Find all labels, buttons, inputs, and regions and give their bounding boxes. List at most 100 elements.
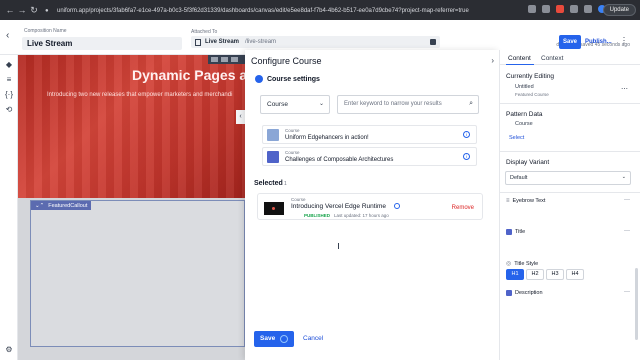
active-tab-indicator	[506, 64, 534, 65]
modal-save-label: Save	[260, 335, 276, 342]
text-field-icon	[506, 229, 512, 235]
field-title-label: Title	[515, 229, 526, 235]
composition-name-input[interactable]: Live Stream	[22, 37, 182, 50]
document-icon	[195, 38, 201, 46]
close-panel-icon[interactable]: ›	[491, 56, 494, 65]
chevron-down-icon: ⌄	[621, 174, 626, 180]
search-icon[interactable]: ⌕	[469, 100, 473, 108]
search-placeholder: Enter keyword to narrow your results	[344, 101, 442, 107]
publish-button[interactable]: Publish...	[585, 35, 615, 49]
save-button[interactable]: Save	[559, 35, 581, 49]
back-nav-icon[interactable]: ←	[4, 5, 16, 15]
composition-name-label: Composition Name	[24, 28, 67, 34]
collapse-icon[interactable]: —	[624, 289, 630, 295]
database-icon[interactable]: ≡	[4, 75, 14, 85]
reload-icon[interactable]: ↻	[28, 5, 40, 16]
tab-content[interactable]: Content	[508, 55, 531, 62]
tablet-icon[interactable]	[221, 57, 228, 62]
chevron-left-icon[interactable]: ‹	[236, 110, 245, 124]
update-button[interactable]: Update	[602, 4, 636, 16]
extension-icons	[528, 5, 606, 13]
info-icon[interactable]: i	[463, 131, 470, 138]
field-title-style-label: Title Style	[514, 260, 539, 267]
loading-spinner-icon	[280, 335, 288, 343]
component-tab[interactable]: ⌄⌃ FeaturedCallout	[31, 201, 92, 210]
display-variant-select[interactable]: Default ⌄	[505, 171, 631, 185]
divider	[500, 103, 640, 104]
lock-icon: ●	[45, 7, 49, 14]
featured-callout-block[interactable]: ⌄⌃ FeaturedCallout	[30, 200, 245, 347]
hero-subtitle: Introducing two new releases that empowe…	[47, 92, 233, 98]
selected-name: Introducing Vercel Edge Runtime	[291, 203, 387, 210]
modal-save-button[interactable]: Save	[254, 331, 294, 347]
field-eyebrow-label: Eyebrow Text	[512, 198, 546, 204]
layers-icon[interactable]: ◆	[4, 60, 14, 70]
panel-tabs: Content Context	[500, 50, 640, 65]
field-description-label: Description	[515, 290, 543, 296]
result-item[interactable]: Course Challenges of Composable Architec…	[262, 147, 477, 166]
more-options-icon[interactable]: ⋯	[621, 85, 628, 93]
mouse-cursor-icon	[338, 243, 342, 249]
forward-nav-icon[interactable]: →	[16, 5, 28, 15]
text-field-icon	[506, 290, 512, 296]
attached-to-label: Attached To	[191, 29, 218, 35]
course-settings-icon	[255, 75, 263, 83]
collapse-icon[interactable]: —	[624, 228, 630, 234]
pattern-data-item: Course	[515, 121, 533, 127]
field-title-style[interactable]: ◎ Title Style	[506, 260, 539, 268]
extension-icon[interactable]	[556, 5, 564, 13]
bookmark-icon[interactable]	[542, 5, 550, 13]
field-title[interactable]: Title	[506, 229, 525, 235]
more-options-icon[interactable]: ⋮	[620, 36, 628, 45]
browser-toolbar: ← → ↻ ● uniform.app/projects/3fab6fa7-e1…	[0, 0, 640, 20]
result-item[interactable]: Course Uniform Edgehancers in action! i	[262, 125, 477, 144]
info-icon[interactable]: i	[463, 153, 470, 160]
result-name: Challenges of Composable Architectures	[285, 157, 394, 163]
heading-h1-button[interactable]: H1	[506, 269, 524, 280]
chevron-down-icon: ⌄	[318, 101, 324, 107]
code-icon[interactable]: {·}	[4, 90, 14, 100]
heading-h3-button[interactable]: H3	[546, 269, 564, 280]
hero-toolbar	[208, 55, 245, 64]
editing-name: Untitled	[515, 84, 534, 90]
cancel-button[interactable]: Cancel	[303, 335, 323, 342]
section-title-text: Course settings	[267, 75, 320, 83]
sidebar-icon[interactable]	[584, 5, 592, 13]
back-arrow-icon[interactable]: ‹	[6, 30, 9, 41]
phone-icon[interactable]	[231, 57, 238, 62]
field-eyebrow[interactable]: ≡ Eyebrow Text	[506, 198, 545, 204]
attached-path: /live-stream	[245, 39, 277, 45]
selected-count: 1	[284, 181, 287, 187]
result-kind: Course	[285, 150, 300, 155]
monitor-icon[interactable]	[211, 57, 218, 62]
currently-editing-label: Currently Editing	[506, 73, 555, 80]
url-text: uniform.app/projects/3fab6fa7-e1ce-497a-…	[57, 7, 469, 14]
history-icon[interactable]: ⟲	[4, 105, 14, 115]
gear-icon[interactable]: ⚙	[4, 345, 14, 355]
hero-banner[interactable]: Dynamic Pages a Introducing two new rele…	[18, 55, 245, 198]
heading-h4-button[interactable]: H4	[566, 269, 584, 280]
tab-context[interactable]: Context	[541, 55, 563, 62]
puzzle-icon[interactable]	[570, 5, 578, 13]
tag-icon[interactable]	[430, 39, 436, 45]
divider	[500, 151, 640, 152]
selected-kind: Course	[291, 197, 306, 202]
heading-h2-button[interactable]: H2	[526, 269, 544, 280]
address-bar[interactable]: ● uniform.app/projects/3fab6fa7-e1ce-497…	[45, 4, 550, 17]
display-variant-value: Default	[510, 175, 528, 181]
drag-handle-icon[interactable]: ⌄⌃	[35, 203, 44, 209]
field-description[interactable]: Description	[506, 290, 543, 296]
canvas-preview: Dynamic Pages a Introducing two new rele…	[18, 55, 245, 360]
remove-button[interactable]: Remove	[452, 205, 474, 211]
modal-title: Configure Course	[251, 56, 322, 66]
hero-title: Dynamic Pages a	[132, 67, 245, 83]
scrollbar[interactable]	[635, 268, 638, 340]
keyword-search-input[interactable]: Enter keyword to narrow your results ⌕	[337, 95, 479, 114]
collapse-icon[interactable]: —	[624, 197, 630, 203]
content-type-select[interactable]: Course ⌄	[260, 95, 330, 114]
select-link[interactable]: Select	[509, 135, 524, 141]
display-variant-label: Display Variant	[506, 159, 550, 166]
info-icon[interactable]	[394, 203, 400, 209]
attached-to-field[interactable]: Live Stream /live-stream	[191, 36, 440, 48]
share-icon[interactable]	[528, 5, 536, 13]
